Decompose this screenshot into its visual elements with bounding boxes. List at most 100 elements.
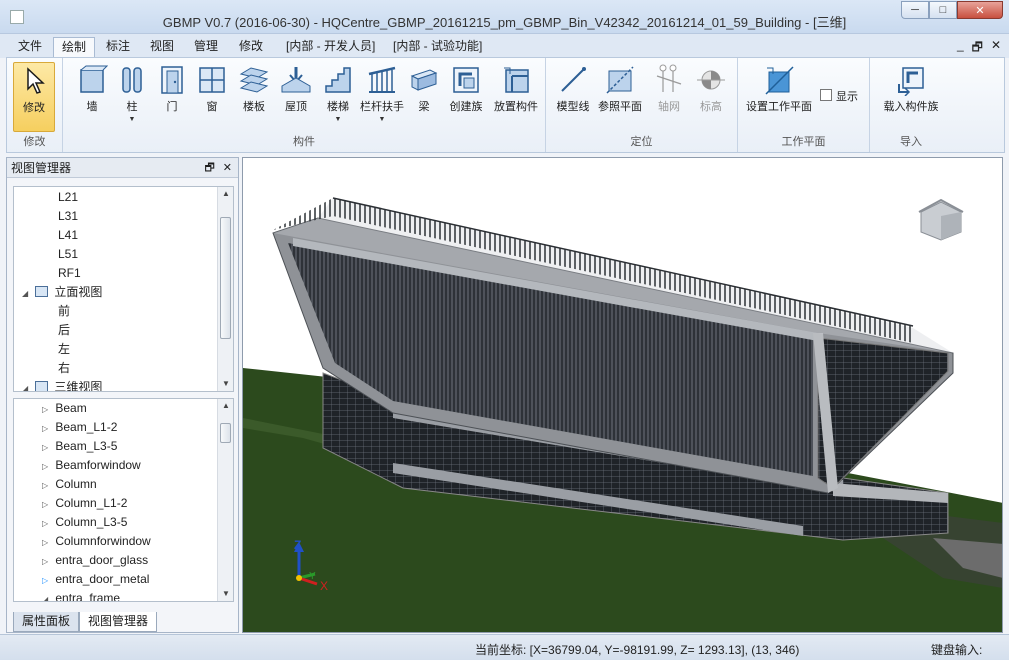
axis-y-label: Y (309, 571, 316, 582)
tree-item-back[interactable]: 后 (58, 321, 70, 340)
axis-z-label: Z (294, 538, 301, 552)
list-item[interactable]: ▷ Beamforwindow (42, 456, 141, 475)
scroll-down-icon[interactable]: ▼ (218, 377, 233, 391)
tab-view[interactable]: 视图 (142, 37, 182, 58)
panel-float-icon[interactable]: 🗗 (204, 158, 214, 178)
ribbon: 修改 修改 墙 柱 ▼ 门 窗 楼板 屋顶 楼梯 ▼ 栏杆扶手 ▼ 梁 创建族 … (6, 57, 1005, 153)
family-tree[interactable]: ▷ Beam ▷ Beam_L1-2 ▷ Beam_L3-5 ▷ Beamfor… (13, 398, 234, 602)
group-import: 载入构件族 导入 (870, 58, 952, 152)
level-button[interactable]: 标高 (690, 62, 732, 132)
list-item[interactable]: ▷ Column_L3-5 (42, 513, 127, 532)
show-workplane-checkbox[interactable] (820, 89, 832, 101)
beam-button[interactable]: 梁 (403, 62, 445, 132)
building-model[interactable]: Z Y X (243, 158, 1003, 633)
tree-node-3d[interactable]: ◢ 三维视图 (22, 378, 102, 391)
roof-icon (281, 67, 311, 93)
tree-item-l21[interactable]: L21 (58, 188, 78, 207)
list-item[interactable]: ▷ Columnforwindow (42, 532, 151, 551)
roof-button[interactable]: 屋顶 (275, 62, 317, 132)
collapse-arrow-icon[interactable]: ◢ (22, 284, 32, 303)
tab-view-manager[interactable]: 视图管理器 (79, 612, 158, 632)
load-family-button[interactable]: 载入构件族 (878, 62, 944, 132)
scroll-up-icon[interactable]: ▲ (218, 399, 233, 413)
door-button[interactable]: 门 (151, 62, 193, 132)
family-tree-scrollbar[interactable]: ▲ ▼ (217, 399, 233, 601)
list-item[interactable]: ▷ entra_door_glass (42, 551, 148, 570)
tab-internal-trial[interactable]: [内部 - 试验功能] (385, 37, 490, 58)
3d-viewport[interactable]: Z Y X (242, 157, 1003, 633)
tab-file[interactable]: 文件 (10, 37, 50, 58)
stair-button[interactable]: 楼梯 ▼ (317, 62, 359, 132)
mdi-restore-button[interactable]: 🗗 (972, 38, 983, 59)
model-line-button[interactable]: 模型线 (552, 62, 594, 132)
tree-item-left[interactable]: 左 (58, 340, 70, 359)
grid-icon (656, 64, 682, 92)
place-component-button[interactable]: 放置构件 (491, 62, 541, 132)
view-tree[interactable]: L21 L31 L41 L51 RF1 ◢ 立面视图 前 后 左 右 ◢ 三维视… (13, 186, 234, 392)
list-item[interactable]: ▷ Beam_L1-2 (42, 418, 117, 437)
mdi-minimize-button[interactable]: _ (957, 38, 964, 59)
railing-dropdown-icon[interactable]: ▼ (359, 116, 405, 123)
reference-plane-button[interactable]: 参照平面 (596, 62, 644, 132)
column-dropdown-icon[interactable]: ▼ (111, 116, 153, 123)
collapse-arrow-icon[interactable]: ◢ (22, 379, 32, 391)
set-workplane-icon (765, 66, 794, 95)
tree-item-l51[interactable]: L51 (58, 245, 78, 264)
group-label-component: 构件 (293, 136, 315, 148)
stair-icon (325, 67, 351, 93)
tab-internal-dev[interactable]: [内部 - 开发人员] (278, 37, 383, 58)
tab-modify[interactable]: 修改 (231, 37, 271, 58)
close-button[interactable]: ✕ (957, 1, 1003, 19)
tab-draw[interactable]: 绘制 (53, 37, 96, 58)
floor-button[interactable]: 楼板 (233, 62, 275, 132)
group-modify: 修改 修改 (7, 58, 63, 152)
scroll-down-icon[interactable]: ▼ (218, 587, 233, 601)
scroll-up-icon[interactable]: ▲ (218, 187, 233, 201)
list-item[interactable]: ▷ Beam_L3-5 (42, 437, 117, 456)
panel-close-icon[interactable]: ✕ (223, 158, 232, 178)
ribbon-tabs: 文件 绘制 标注 视图 管理 修改 [内部 - 开发人员] [内部 - 试验功能… (0, 34, 1009, 58)
place-component-icon (504, 67, 529, 93)
cursor-coordinates: 当前坐标: [X=36799.04, Y=-98191.99, Z= 1293.… (475, 643, 800, 657)
stair-dropdown-icon[interactable]: ▼ (317, 116, 359, 123)
mdi-close-button[interactable]: ✕ (991, 38, 1001, 59)
keyboard-input-label: 键盘输入: (931, 643, 983, 657)
maximize-button[interactable]: □ (929, 1, 957, 19)
tree-item-l41[interactable]: L41 (58, 226, 78, 245)
tree-item-front[interactable]: 前 (58, 302, 70, 321)
wall-button[interactable]: 墙 (71, 62, 113, 132)
3d-view-icon (35, 381, 49, 391)
model-line-icon (561, 67, 586, 92)
tab-manage[interactable]: 管理 (186, 37, 226, 58)
tree-item-right[interactable]: 右 (58, 359, 70, 378)
scroll-thumb[interactable] (220, 423, 231, 443)
list-item[interactable]: ▷ Beam (42, 399, 87, 418)
group-workplane: 设置工作平面 显示 工作平面 (738, 58, 870, 152)
railing-button[interactable]: 栏杆扶手 ▼ (359, 62, 405, 132)
grid-button[interactable]: 轴网 (648, 62, 690, 132)
tree-item-rf1[interactable]: RF1 (58, 264, 81, 283)
scroll-thumb[interactable] (220, 217, 231, 339)
list-item[interactable]: ▷ entra_door_metal (42, 570, 149, 589)
view-tree-scrollbar[interactable]: ▲ ▼ (217, 187, 233, 391)
group-label-modify: 修改 (23, 136, 46, 148)
modify-button[interactable]: 修改 (13, 62, 55, 132)
panel-title-bar: 视图管理器 🗗 ✕ (7, 158, 238, 178)
window-button[interactable]: 窗 (191, 62, 233, 132)
door-icon (161, 66, 183, 94)
list-item[interactable]: ▷ Column_L1-2 (42, 494, 127, 513)
column-button[interactable]: 柱 ▼ (111, 62, 153, 132)
create-family-icon (453, 67, 479, 93)
group-label-locate: 定位 (630, 136, 653, 148)
load-family-icon (898, 67, 924, 96)
tree-item-l31[interactable]: L31 (58, 207, 78, 226)
minimize-button[interactable]: ─ (901, 1, 929, 19)
tree-node-elevation[interactable]: ◢ 立面视图 (22, 283, 102, 302)
list-item[interactable]: ▷ Column (42, 475, 97, 494)
tab-properties[interactable]: 属性面板 (13, 612, 80, 632)
create-family-button[interactable]: 创建族 (445, 62, 487, 132)
list-item[interactable]: ◢ entra_frame (42, 589, 120, 601)
view-cube-icon[interactable] (918, 198, 964, 241)
set-workplane-button[interactable]: 设置工作平面 (744, 62, 814, 132)
tab-annotate[interactable]: 标注 (98, 37, 138, 58)
